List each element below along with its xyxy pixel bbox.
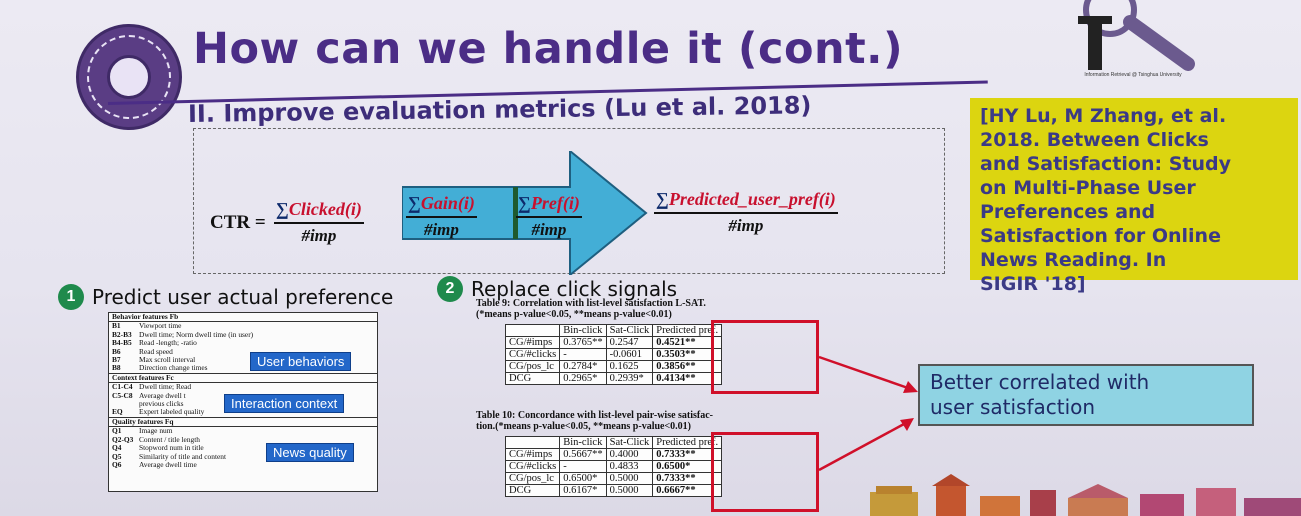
tag-news-quality: News quality — [266, 443, 354, 462]
reference-line: Satisfaction for Online — [980, 225, 1221, 247]
table10-highlight — [711, 432, 819, 512]
formula-panel: CTR = ∑Clicked(i) #imp ∑Gain(i) #imp ∑Pr… — [193, 128, 945, 275]
sigma-symbol: ∑ — [518, 193, 531, 213]
table10: Bin-click Sat-Click Predicted pref. CG/#… — [504, 436, 723, 497]
table9-highlight — [711, 320, 819, 394]
step-badge: 2 — [437, 276, 463, 302]
reference-line: 2018. Between Clicks — [980, 129, 1209, 151]
tsinghua-seal-logo — [76, 24, 182, 130]
sigma-symbol: ∑ — [276, 199, 289, 219]
reference-line: News Reading. In — [980, 249, 1167, 271]
arrow-from-table9 — [818, 355, 909, 390]
table9-caption-line2: (*means p-value<0.05, **means p-value<0.… — [476, 309, 672, 320]
tag-interaction-context: Interaction context — [224, 394, 345, 413]
table-row: DCG 0.6167* 0.5000 0.6667** — [504, 484, 723, 497]
table-row: DCG 0.2965* 0.2939* 0.4134** — [504, 372, 723, 385]
gain-fraction: ∑Gain(i) #imp — [406, 193, 477, 240]
sigma-symbol: ∑ — [408, 193, 421, 213]
arrow-from-table10 — [818, 422, 905, 472]
table10-caption-line1: Table 10: Concordance with list-level pa… — [476, 410, 714, 421]
logo-letter-stem — [1088, 18, 1102, 70]
ctr-label: CTR = — [210, 212, 266, 233]
imp-denominator: #imp — [423, 219, 459, 239]
magnifier-handle — [1123, 15, 1195, 71]
predicted-term: Predicted_user_pref(i) — [668, 189, 836, 209]
reference-line: [HY Lu, M Zhang, et al. — [980, 105, 1227, 127]
table10-caption-line2: tion.(*means p-value<0.05, **means p-val… — [476, 421, 692, 432]
step-badge: 1 — [58, 284, 84, 310]
table-row: CG/#imps 0.5667** 0.4000 0.7333** — [504, 448, 723, 461]
pref-term: Pref(i) — [530, 193, 580, 213]
callout-box: Better correlated with user satisfaction — [918, 364, 1254, 426]
logo-caption: Information Retrieval @ Tsinghua Univers… — [1084, 72, 1182, 78]
pref-fraction: ∑Pref(i) #imp — [516, 193, 582, 240]
table9: Bin-click Sat-Click Predicted pref. CG/#… — [504, 324, 723, 385]
logo-letter-top — [1078, 16, 1112, 24]
reference-line: on Multi-Phase User — [980, 177, 1196, 199]
clicked-term: Clicked(i) — [288, 199, 362, 219]
table9-caption-line1: Table 9: Correlation with list-level sat… — [476, 298, 706, 309]
table-header-row: Bin-click Sat-Click Predicted pref. — [504, 324, 723, 337]
imp-denominator: #imp — [301, 225, 337, 245]
table-row: CG/#imps 0.3765** 0.2547 0.4521** — [504, 336, 723, 349]
step-1: 1 Predict user actual preference — [58, 284, 393, 310]
arrowhead-icon — [900, 418, 914, 431]
callout-line: Better correlated with — [930, 370, 1150, 394]
slide-title: How can we handle it (cont.) — [193, 24, 904, 74]
feature-row: Q6 Average dwell time — [112, 459, 197, 469]
predicted-pref-fraction: ∑Predicted_user_pref(i) #imp — [654, 189, 838, 236]
callout-line: user satisfaction — [930, 395, 1096, 419]
arrowhead-icon — [903, 381, 918, 393]
gain-term: Gain(i) — [420, 193, 475, 213]
table-row: CG/pos_lc 0.2784* 0.1625 0.3856** — [504, 360, 723, 373]
reference-box: [HY Lu, M Zhang, et al. 2018. Between Cl… — [970, 98, 1298, 295]
imp-denominator: #imp — [728, 215, 764, 235]
table-row: CG/#clicks - -0.0601 0.3503** — [504, 348, 723, 361]
imp-denominator: #imp — [531, 219, 567, 239]
step-label: Predict user actual preference — [92, 285, 394, 309]
reference-line: and Satisfaction: Study — [980, 153, 1231, 175]
reference-line: Preferences and — [980, 201, 1156, 223]
campus-skyline-decoration — [870, 474, 1301, 516]
table-header-row: Bin-click Sat-Click Predicted pref. — [504, 436, 723, 449]
table-row: CG/pos_lc 0.6500* 0.5000 0.7333** — [504, 472, 723, 485]
tag-user-behaviors: User behaviors — [250, 352, 352, 371]
reference-line: SIGIR '18] — [980, 273, 1086, 295]
ctr-fraction: ∑Clicked(i) #imp — [274, 199, 364, 246]
seal-core — [107, 55, 151, 99]
sigma-symbol: ∑ — [656, 189, 669, 209]
table-row: CG/#clicks -0.4833 0.6500* — [504, 460, 723, 473]
